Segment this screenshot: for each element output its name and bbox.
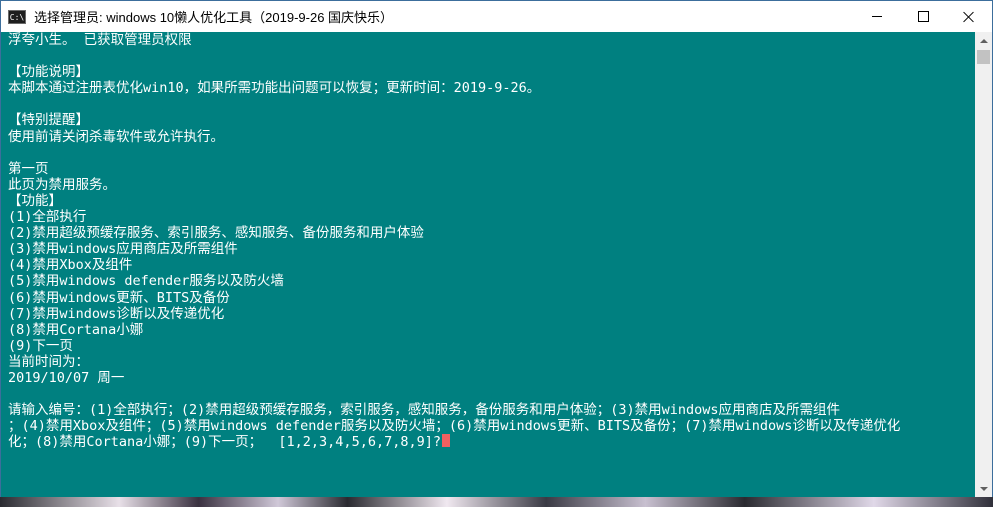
maximize-button[interactable]	[900, 1, 946, 32]
console-line: 本脚本通过注册表优化win10，如果所需功能出问题可以恢复；更新时间：2019-…	[8, 80, 541, 97]
close-icon	[963, 11, 975, 23]
console-line: (1)全部执行	[8, 209, 87, 226]
console-line: (3)禁用windows应用商店及所需组件	[8, 241, 238, 258]
console-line: (2)禁用超级预缓存服务、索引服务、感知服务、备份服务和用户体验	[8, 225, 424, 242]
console-line: 【特别提醒】	[8, 112, 89, 129]
maximize-icon	[917, 11, 929, 22]
console-line: 第一页	[8, 160, 49, 177]
window-title: 选择管理员: windows 10懒人优化工具（2019-9-26 国庆快乐）	[34, 10, 394, 25]
console-line: (9)下一页	[8, 337, 73, 354]
console-line: 浮夸小生。 已获取管理员权限	[8, 32, 192, 48]
console-line: ；(4)禁用Xbox及组件；(5)禁用windows defender服务以及防…	[8, 418, 901, 435]
scroll-up-button[interactable]	[975, 32, 992, 49]
console-output[interactable]: 浮夸小生。 已获取管理员权限 【功能说明】 本脚本通过注册表优化win10，如果所需…	[1, 32, 975, 497]
console-line: 2019/10/07 周一	[8, 369, 125, 386]
scroll-down-arrow-icon	[979, 486, 988, 491]
scrollbar-thumb[interactable]	[977, 50, 990, 64]
console-text: 浮夸小生。 已获取管理员权限 【功能说明】 本脚本通过注册表优化win10，如果所需…	[8, 32, 900, 450]
minimize-button[interactable]	[854, 1, 900, 32]
console-line: 【功能说明】	[8, 64, 89, 81]
console-line: (5)禁用windows defender服务以及防火墙	[8, 273, 284, 290]
console-line: 【功能】	[8, 192, 62, 209]
cmd-icon: C:\	[8, 9, 26, 24]
scroll-up-arrow-icon	[979, 38, 988, 43]
console-line: (8)禁用Cortana小娜	[8, 321, 144, 338]
scroll-down-button[interactable]	[975, 480, 992, 497]
console-line: (6)禁用windows更新、BITS及备份	[8, 289, 230, 306]
console-line: (4)禁用Xbox及组件	[8, 257, 133, 274]
minimize-icon	[872, 16, 882, 17]
vertical-scrollbar[interactable]	[975, 32, 992, 497]
console-line: (7)禁用windows诊断以及传递优化	[8, 305, 225, 322]
console-line: 使用前请关闭杀毒软件或允许执行。	[8, 128, 224, 145]
console-line: 请输入编号：(1)全部执行；(2)禁用超级预缓存服务，索引服务，感知服务，备份服…	[8, 402, 841, 419]
console-line: 当前时间为：	[8, 353, 89, 370]
console-window: C:\ 选择管理员: windows 10懒人优化工具（2019-9-26 国庆…	[0, 0, 993, 497]
close-button[interactable]	[946, 1, 992, 32]
console-line: 此页为禁用服务。	[8, 176, 116, 193]
title-bar[interactable]: C:\ 选择管理员: windows 10懒人优化工具（2019-9-26 国庆…	[1, 1, 992, 32]
desktop-wallpaper	[0, 497, 993, 507]
console-line: 化；(8)禁用Cortana小娜；(9)下一页； [1,2,3,4,5,6,7,…	[8, 434, 900, 450]
text-cursor	[441, 434, 450, 448]
